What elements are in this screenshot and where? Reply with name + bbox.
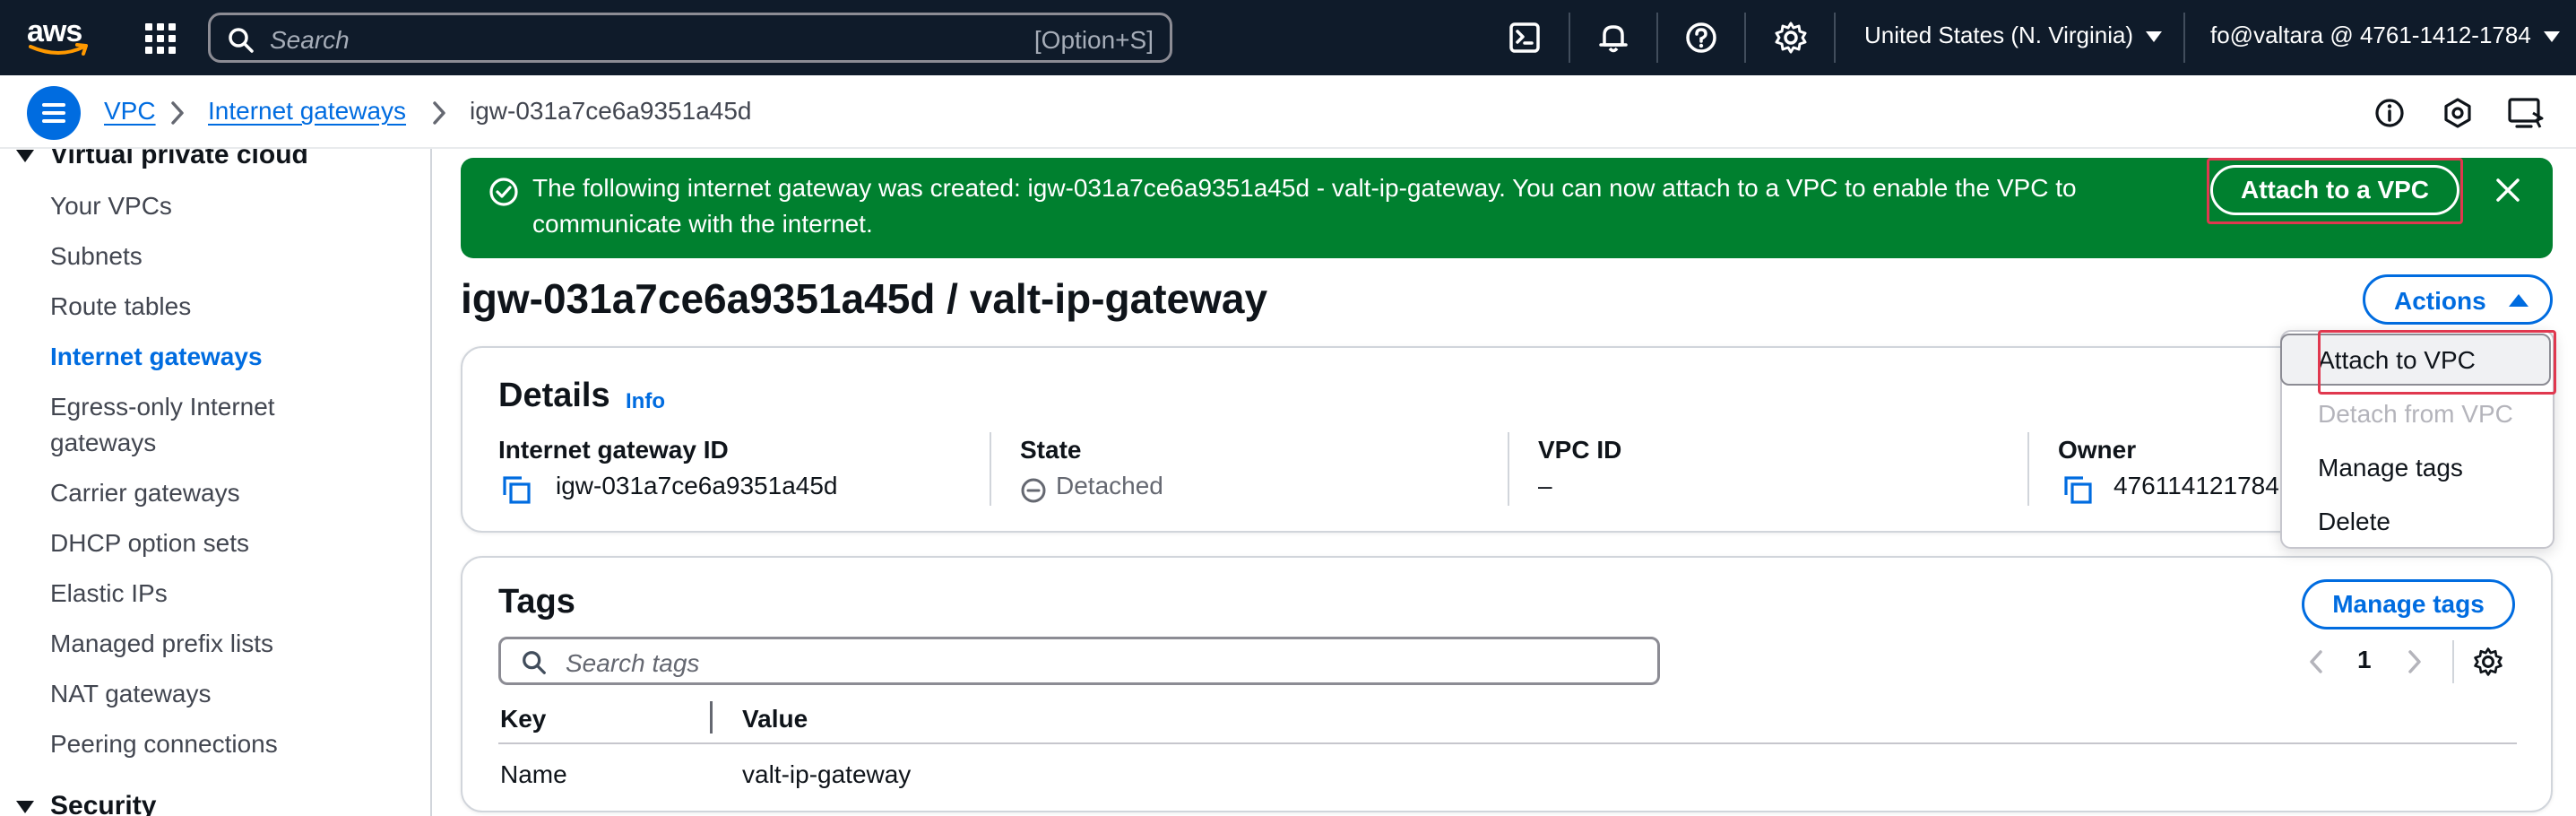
page-title: igw-031a7ce6a9351a45d / valt-ip-gateway <box>461 275 1268 322</box>
owner-value: 476114121784 <box>2114 472 2279 499</box>
side-navigation: Virtual private cloud Your VPCs Subnets … <box>0 149 432 816</box>
sidebar-item-managed-prefix-lists[interactable]: Managed prefix lists <box>50 626 391 662</box>
tag-row-key: Name <box>500 760 567 788</box>
breadcrumb-internet-gateways[interactable]: Internet gateways <box>208 97 406 126</box>
info-icon[interactable] <box>2372 95 2407 131</box>
column-header-value[interactable]: Value <box>742 705 808 734</box>
chevron-right-icon <box>433 101 445 125</box>
status-stopped-icon <box>1021 478 1046 503</box>
owner-label: Owner <box>2058 436 2137 464</box>
details-info-link[interactable]: Info <box>626 389 665 414</box>
caret-up-icon <box>2509 294 2528 307</box>
tags-heading: Tags <box>498 583 575 621</box>
cloudshell-icon[interactable] <box>1508 20 1543 56</box>
details-heading: Details <box>498 377 610 414</box>
nav-divider <box>1744 13 1746 63</box>
sidebar-section-security[interactable]: Security <box>16 791 156 816</box>
chevron-right-icon[interactable] <box>2404 647 2425 676</box>
account-menu[interactable]: fo@valtara @ 4761-1412-1784 <box>2210 22 2560 49</box>
menu-item-delete[interactable]: Delete <box>2318 508 2390 536</box>
column-resizer[interactable] <box>710 701 713 734</box>
pager-divider <box>2452 640 2454 683</box>
internet-gateway-id-value: igw-031a7ce6a9351a45d <box>556 472 838 499</box>
pagination-current-page[interactable]: 1 <box>2357 646 2372 674</box>
sidebar-item-egress-only-internet-gateways[interactable]: Egress-only Internet gateways <box>50 389 319 461</box>
aws-logo-text: aws <box>27 14 82 48</box>
vpc-id-value: – <box>1538 472 1552 499</box>
column-divider <box>990 432 991 506</box>
account-label: fo@valtara @ 4761-1412-1784 <box>2210 22 2531 48</box>
caret-down-icon <box>2146 31 2163 43</box>
actions-button[interactable]: Actions <box>2363 274 2553 325</box>
chevron-left-icon[interactable] <box>2305 647 2327 676</box>
nav-divider <box>1656 13 1658 63</box>
sidebar-item-subnets[interactable]: Subnets <box>50 239 391 274</box>
global-search-input[interactable]: Search [Option+S] <box>208 13 1172 63</box>
copy-icon[interactable] <box>2062 473 2094 506</box>
nav-divider <box>2183 13 2185 63</box>
state-label: State <box>1020 436 1082 464</box>
search-icon <box>229 28 254 53</box>
tags-search-input[interactable]: Search tags <box>498 637 1660 685</box>
sidebar-item-route-tables[interactable]: Route tables <box>50 289 391 325</box>
aws-logo[interactable]: aws <box>27 16 91 59</box>
menu-item-detach-from-vpc: Detach from VPC <box>2318 400 2513 428</box>
details-panel: Details Info Internet gateway ID igw-031… <box>461 346 2553 533</box>
breadcrumb-current: igw-031a7ce6a9351a45d <box>470 97 752 125</box>
breadcrumb-vpc[interactable]: VPC <box>104 97 156 126</box>
sidebar-section-virtual-private-cloud[interactable]: Virtual private cloud <box>16 149 308 170</box>
search-shortcut: [Option+S] <box>1033 26 1154 54</box>
settings-hexagon-icon[interactable] <box>2440 95 2476 131</box>
highlight-box <box>2207 158 2463 224</box>
copy-icon[interactable] <box>500 473 532 506</box>
services-grid-icon[interactable] <box>145 23 176 54</box>
feedback-icon[interactable] <box>2506 95 2546 131</box>
help-icon[interactable] <box>1683 20 1719 56</box>
caret-down-icon <box>16 150 34 163</box>
success-check-icon <box>489 178 518 206</box>
table-header-divider <box>498 742 2517 744</box>
nav-divider <box>1569 13 1570 63</box>
close-icon[interactable] <box>2494 176 2522 204</box>
caret-down-icon <box>16 801 34 814</box>
state-value: Detached <box>1056 472 1163 499</box>
region-selector[interactable]: United States (N. Virginia) <box>1864 22 2163 49</box>
sidebar-item-nat-gateways[interactable]: NAT gateways <box>50 676 391 712</box>
nav-divider <box>1834 13 1836 63</box>
highlight-box <box>2318 330 2556 395</box>
tags-search-placeholder: Search tags <box>566 649 700 677</box>
sidebar-section-label: Virtual private cloud <box>50 149 308 169</box>
internet-gateway-id-label: Internet gateway ID <box>498 436 729 464</box>
sidebar-item-your-vpcs[interactable]: Your VPCs <box>50 188 391 224</box>
tag-row-value: valt-ip-gateway <box>742 760 912 788</box>
gear-icon[interactable] <box>1773 20 1809 56</box>
sidebar-section-label: Security <box>50 791 157 816</box>
search-placeholder: Search <box>270 26 350 54</box>
column-header-key[interactable]: Key <box>500 705 546 734</box>
search-icon <box>523 651 546 674</box>
aws-smile-icon <box>29 43 88 56</box>
sidebar-item-elastic-ips[interactable]: Elastic IPs <box>50 576 391 612</box>
vpc-id-label: VPC ID <box>1538 436 1622 464</box>
column-divider <box>2027 432 2029 506</box>
caret-down-icon <box>2543 31 2560 43</box>
region-label: United States (N. Virginia) <box>1864 22 2134 48</box>
sidebar-item-internet-gateways[interactable]: Internet gateways <box>50 339 391 375</box>
sidebar-item-dhcp-option-sets[interactable]: DHCP option sets <box>50 525 391 561</box>
side-navigation-toggle[interactable] <box>27 86 81 140</box>
bell-icon[interactable] <box>1595 20 1631 56</box>
actions-label: Actions <box>2394 287 2486 315</box>
menu-item-manage-tags[interactable]: Manage tags <box>2318 454 2463 482</box>
manage-tags-button[interactable]: Manage tags <box>2302 579 2515 629</box>
sidebar-item-peering-connections[interactable]: Peering connections <box>50 726 391 762</box>
column-divider <box>1508 432 1509 506</box>
table-preferences-gear-icon[interactable] <box>2472 646 2504 678</box>
top-navigation-bar: aws Search [Option+S] United States (N. … <box>0 0 2576 75</box>
chevron-right-icon <box>171 101 184 125</box>
sidebar-item-carrier-gateways[interactable]: Carrier gateways <box>50 475 391 511</box>
